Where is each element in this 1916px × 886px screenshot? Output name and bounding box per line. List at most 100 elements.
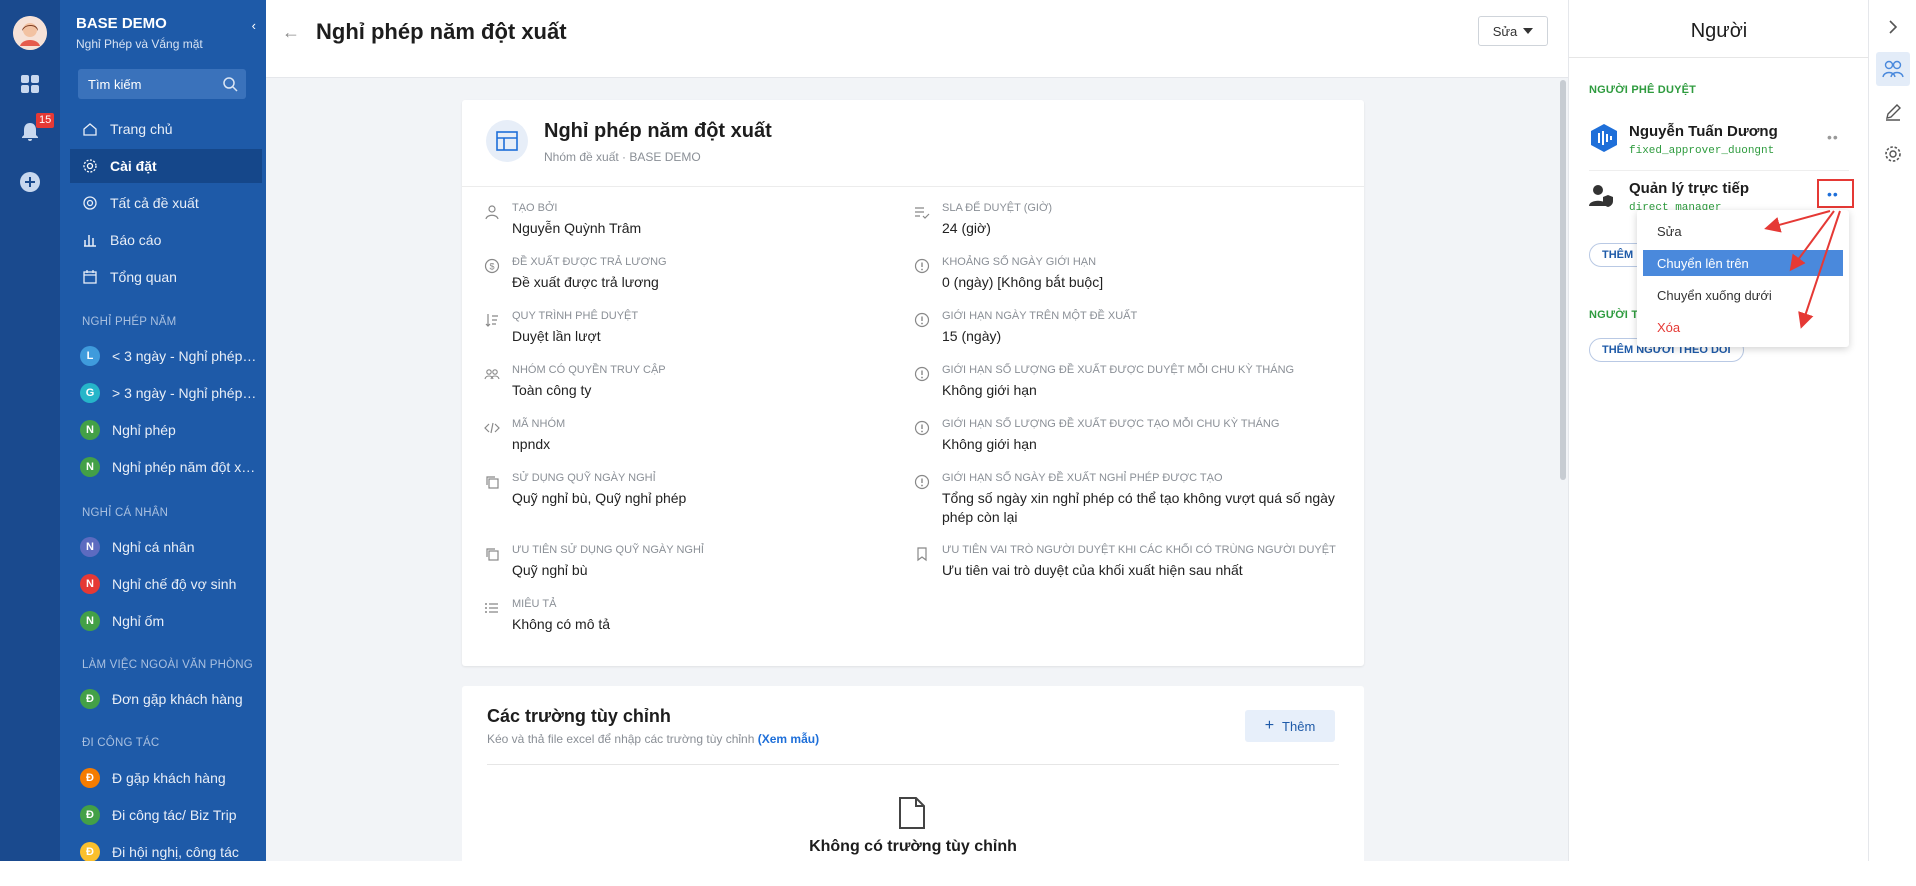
- edit-label: Sửa: [1492, 23, 1518, 39]
- info-icon: [914, 258, 930, 274]
- item-label: Nghỉ ốm: [112, 613, 165, 629]
- nav-label: Trang chủ: [110, 121, 173, 137]
- info-icon: [914, 312, 930, 328]
- sidebar-item[interactable]: Đ Đ gặp khách hàng: [80, 765, 260, 791]
- field-value: 15 (ngày): [942, 328, 1002, 344]
- nav-overview[interactable]: Tổng quan: [70, 260, 262, 294]
- manager-shield-icon: [1589, 185, 1613, 207]
- custom-fields-card: Các trường tùy chỉnh Kéo và thả file exc…: [462, 686, 1364, 886]
- file-icon: [899, 797, 925, 829]
- sidebar-item[interactable]: L < 3 ngày - Nghỉ phép năm: [80, 343, 260, 369]
- user-avatar[interactable]: [13, 16, 47, 50]
- search-icon: [223, 77, 238, 92]
- main-scrollbar[interactable]: [1560, 80, 1566, 480]
- menu-item-move-up[interactable]: Chuyển lên trên: [1643, 250, 1843, 276]
- add-custom-field-button[interactable]: + Thêm: [1245, 710, 1335, 742]
- info-icon: [914, 366, 930, 382]
- item-letter-badge: N: [80, 611, 100, 631]
- item-letter-badge: Đ: [80, 768, 100, 788]
- more-options-icon[interactable]: ••: [1827, 129, 1839, 145]
- group-layout-icon: [486, 120, 528, 162]
- menu-item-move-down[interactable]: Chuyển xuống dưới: [1643, 282, 1843, 308]
- nav-settings[interactable]: Cài đặt: [70, 149, 262, 183]
- sidebar: BASE DEMO Nghỉ Phép và Vắng mặt ‹ Tìm ki…: [60, 0, 266, 861]
- field-value: Toàn công ty: [512, 382, 592, 398]
- app-rail: 15: [0, 0, 60, 861]
- request-group-card: Nghỉ phép năm đột xuất Nhóm đề xuất · BA…: [462, 100, 1364, 666]
- field-label: QUY TRÌNH PHÊ DUYỆT: [512, 310, 639, 322]
- field-value: Không giới hạn: [942, 436, 1037, 452]
- followers-section-title: NGƯỜI T: [1589, 309, 1639, 321]
- back-arrow-icon[interactable]: ←: [282, 22, 300, 43]
- divider: [1569, 57, 1869, 58]
- item-label: Đi công tác/ Biz Trip: [112, 807, 237, 823]
- plus-icon: +: [1264, 717, 1275, 734]
- item-letter-badge: N: [80, 574, 100, 594]
- item-letter-badge: G: [80, 383, 100, 403]
- home-icon: [83, 123, 97, 136]
- people-icon[interactable]: [1876, 52, 1910, 86]
- chevron-right-icon[interactable]: [1876, 10, 1910, 44]
- field-label: GIỚI HẠN SỐ NGÀY ĐỀ XUẤT NGHỈ PHÉP ĐƯỢC …: [942, 472, 1223, 484]
- sample-link[interactable]: (Xem mẫu): [758, 732, 819, 746]
- approver-code: fixed_approver_duongnt: [1629, 145, 1775, 157]
- nav-reports[interactable]: Báo cáo: [70, 223, 262, 257]
- gear-icon[interactable]: [1876, 137, 1910, 171]
- field-label: NHÓM CÓ QUYỀN TRUY CẬP: [512, 364, 666, 376]
- item-label: Đ gặp khách hàng: [112, 770, 226, 786]
- nav-home[interactable]: Trang chủ: [70, 112, 262, 146]
- approver-name: Quản lý trực tiếp: [1629, 180, 1750, 197]
- approver-context-menu: Sửa Chuyển lên trên Chuyển xuống dưới Xó…: [1637, 210, 1849, 347]
- sidebar-item[interactable]: N Nghỉ cá nhân: [80, 534, 260, 560]
- sidebar-item[interactable]: Đ Đi hội nghị, công tác: [80, 839, 260, 861]
- nav-all-requests[interactable]: Tất cả đề xuất: [70, 186, 262, 220]
- collapse-icon[interactable]: ‹: [252, 18, 256, 33]
- people-title: Người: [1690, 20, 1748, 42]
- item-label: Nghỉ chế độ vợ sinh: [112, 576, 237, 592]
- sidebar-item[interactable]: N Nghỉ phép năm đột xuất: [80, 454, 260, 480]
- item-letter-badge: L: [80, 346, 100, 366]
- sidebar-item[interactable]: Đ Đi công tác/ Biz Trip: [80, 802, 260, 828]
- chart-icon: [84, 235, 96, 247]
- field-label: GIỚI HẠN NGÀY TRÊN MỘT ĐỀ XUẤT: [942, 310, 1138, 322]
- edit-dropdown-button[interactable]: Sửa: [1478, 16, 1548, 46]
- divider: [1589, 170, 1849, 171]
- item-label: Nghỉ cá nhân: [112, 539, 195, 555]
- menu-item-delete[interactable]: Xóa: [1643, 314, 1843, 340]
- sidebar-item[interactable]: N Nghỉ phép: [80, 417, 260, 443]
- code-icon: [484, 422, 500, 434]
- info-icon: [914, 474, 930, 490]
- approver-item: Quản lý trực tiếp direct_manager: [1589, 180, 1849, 212]
- copy-icon: [486, 548, 499, 561]
- sidebar-subtitle: Nghỉ Phép và Vắng mặt: [76, 37, 203, 51]
- field-value: 0 (ngày) [Không bắt buộc]: [942, 274, 1104, 290]
- add-circle-icon[interactable]: [18, 170, 42, 194]
- field-value: npndx: [512, 436, 551, 452]
- calendar-icon: [83, 270, 97, 284]
- field-label: MÃ NHÓM: [512, 418, 566, 430]
- field-label: SLA ĐỂ DUYỆT (GIỜ): [942, 202, 1053, 214]
- field-value: Không giới hạn: [942, 382, 1037, 398]
- pencil-icon[interactable]: [1876, 95, 1910, 129]
- caret-down-icon: [1523, 28, 1534, 34]
- copy-icon: [486, 476, 499, 489]
- approver-item: Nguyễn Tuấn Dương fixed_approver_duongnt: [1589, 123, 1849, 163]
- page-header: ← Nghỉ phép năm đột xuất Sửa: [266, 0, 1568, 78]
- item-label: Nghỉ phép năm đột xuất: [112, 459, 260, 475]
- dollar-icon: $: [484, 258, 500, 274]
- card-subtitle: Nhóm đề xuất · BASE DEMO: [544, 150, 701, 164]
- sidebar-item[interactable]: Đ Đơn gặp khách hàng: [80, 686, 260, 712]
- custom-fields-hint: Kéo và thả file excel để nhập các trường…: [487, 732, 819, 746]
- svg-text:$: $: [489, 262, 494, 272]
- sidebar-item[interactable]: N Nghỉ chế độ vợ sinh: [80, 571, 260, 597]
- sidebar-item[interactable]: N Nghỉ ốm: [80, 608, 260, 634]
- field-label: ĐỀ XUẤT ĐƯỢC TRẢ LƯƠNG: [512, 256, 667, 268]
- sidebar-item[interactable]: G > 3 ngày - Nghỉ phép năm: [80, 380, 260, 406]
- field-label: MIÊU TẢ: [512, 598, 557, 610]
- apps-grid-icon[interactable]: [18, 72, 42, 96]
- item-label: Nghỉ phép: [112, 422, 176, 438]
- menu-item-edit[interactable]: Sửa: [1643, 218, 1843, 244]
- sidebar-search[interactable]: Tìm kiếm: [78, 69, 246, 99]
- field-value: Nguyễn Quỳnh Trâm: [512, 220, 642, 236]
- nav-label: Tất cả đề xuất: [110, 195, 199, 211]
